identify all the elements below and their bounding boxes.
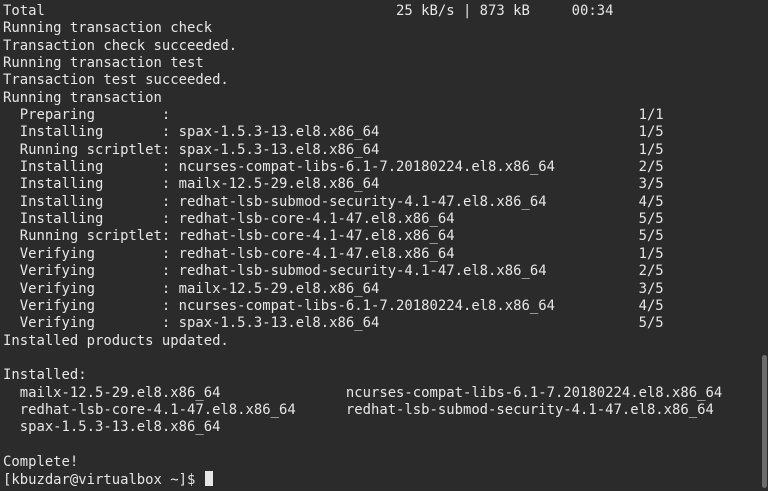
terminal-line: Installing : redhat-lsb-core-4.1-47.el8.… — [3, 211, 664, 228]
text-cursor — [204, 471, 213, 487]
terminal-line: Verifying : mailx-12.5-29.el8.x86_64 3/5 — [3, 280, 664, 297]
terminal-line: Running transaction check — [3, 20, 213, 37]
terminal-line: Running transaction — [3, 89, 162, 106]
terminal-line: Installing : mailx-12.5-29.el8.x86_64 3/… — [3, 176, 664, 193]
terminal-line: Installing : ncurses-compat-libs-6.1-7.2… — [3, 159, 664, 176]
terminal-window[interactable]: Total 25 kB/s | 873 kB 00:34 Running tra… — [0, 0, 768, 491]
terminal-line: Installed products updated. — [3, 332, 229, 349]
vertical-scrollbar[interactable] — [760, 0, 768, 491]
terminal-line: Verifying : ncurses-compat-libs-6.1-7.20… — [3, 297, 664, 314]
scrollbar-thumb[interactable] — [762, 355, 767, 488]
terminal-line: Installed: — [3, 367, 87, 384]
terminal-line: Installing : spax-1.5.3-13.el8.x86_64 1/… — [3, 124, 664, 141]
terminal-line: spax-1.5.3-13.el8.x86_64 — [3, 419, 221, 436]
shell-prompt: [kbuzdar@virtualbox ~]$ — [3, 472, 204, 489]
terminal-line: Total 25 kB/s | 873 kB 00:34 — [3, 3, 614, 19]
terminal-line: Running scriptlet: spax-1.5.3-13.el8.x86… — [3, 141, 664, 158]
shell-prompt-line[interactable]: [kbuzdar@virtualbox ~]$ — [3, 471, 756, 488]
terminal-line: Verifying : spax-1.5.3-13.el8.x86_64 5/5 — [3, 315, 664, 332]
terminal-line: redhat-lsb-core-4.1-47.el8.x86_64 redhat… — [3, 401, 714, 418]
terminal-line: mailx-12.5-29.el8.x86_64 ncurses-compat-… — [3, 384, 723, 401]
terminal-line: Transaction test succeeded. — [3, 72, 229, 89]
terminal-line: Preparing : 1/1 — [3, 107, 664, 124]
terminal-line: Transaction check succeeded. — [3, 37, 238, 54]
terminal-line: Verifying : redhat-lsb-submod-security-4… — [3, 263, 664, 280]
terminal-line: Installing : redhat-lsb-submod-security-… — [3, 193, 664, 210]
terminal-line: Running scriptlet: redhat-lsb-core-4.1-4… — [3, 228, 664, 245]
terminal-output: Total 25 kB/s | 873 kB 00:34 Running tra… — [3, 3, 756, 489]
terminal-line: Running transaction test — [3, 55, 204, 72]
terminal-line: Complete! — [3, 453, 79, 470]
terminal-line: Verifying : redhat-lsb-core-4.1-47.el8.x… — [3, 245, 664, 262]
